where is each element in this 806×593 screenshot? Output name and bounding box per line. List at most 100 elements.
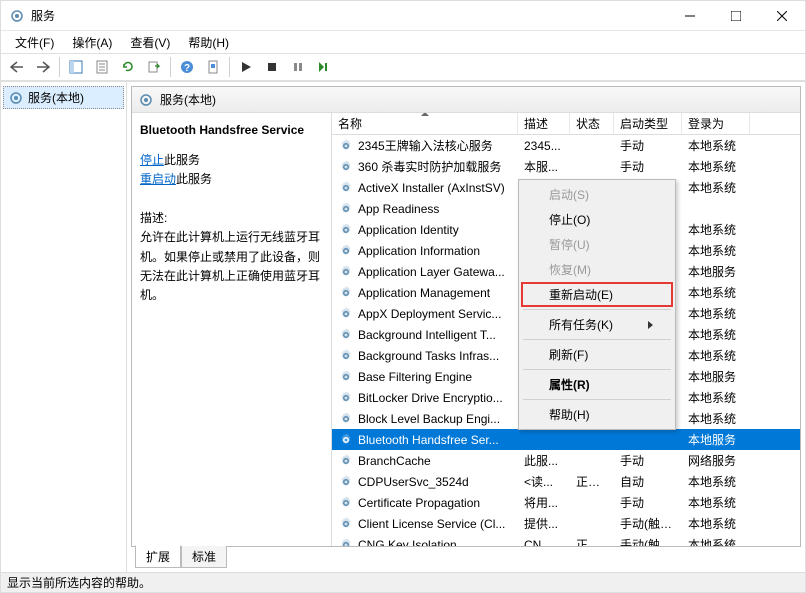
menu-file[interactable]: 文件(F): [7, 32, 62, 53]
column-header-startup[interactable]: 启动类型: [614, 113, 682, 134]
service-name-cell: Application Identity: [332, 222, 518, 238]
service-logon-cell: 本地系统: [682, 284, 750, 301]
service-name-cell: CDPUserSvc_3524d: [332, 474, 518, 490]
service-logon-cell: 本地系统: [682, 326, 750, 343]
context-menu-resume: 恢复(M): [521, 257, 673, 282]
context-menu-all-tasks-label: 所有任务(K): [549, 316, 613, 333]
tree-root-services-local[interactable]: 服务(本地): [3, 86, 124, 109]
service-row[interactable]: 360 杀毒实时防护加载服务本服...手动本地系统: [332, 156, 800, 177]
service-logon-cell: 本地系统: [682, 473, 750, 490]
separator: [523, 339, 671, 340]
restart-suffix: 此服务: [176, 172, 212, 186]
forward-button[interactable]: [31, 55, 55, 79]
service-row[interactable]: Bluetooth Handsfree Ser...本地服务: [332, 429, 800, 450]
menu-view[interactable]: 查看(V): [122, 32, 178, 53]
start-service-button[interactable]: [234, 55, 258, 79]
export-list-button[interactable]: [142, 55, 166, 79]
stop-suffix: 此服务: [164, 153, 200, 167]
selected-service-name: Bluetooth Handsfree Service: [140, 123, 323, 137]
service-status-cell: 正在...: [570, 536, 614, 546]
service-row[interactable]: Certificate Propagation将用...手动本地系统: [332, 492, 800, 513]
service-startup-cell: 手动: [614, 452, 682, 469]
pause-service-button[interactable]: [286, 55, 310, 79]
restart-service-button[interactable]: [312, 55, 336, 79]
service-row[interactable]: CDPUserSvc_3524d<读...正在...自动本地系统: [332, 471, 800, 492]
menubar: 文件(F) 操作(A) 查看(V) 帮助(H): [1, 31, 805, 53]
gear-icon: [138, 92, 154, 108]
context-menu-start: 启动(S): [521, 182, 673, 207]
context-menu-properties[interactable]: 属性(R): [521, 372, 673, 397]
service-list: 名称 描述 状态 启动类型 登录为 2345王牌输入法核心服务2345...手动…: [332, 113, 800, 546]
properties-button[interactable]: [90, 55, 114, 79]
detail-pane: Bluetooth Handsfree Service 停止此服务 重启动此服务…: [132, 113, 332, 546]
service-row[interactable]: 2345王牌输入法核心服务2345...手动本地系统: [332, 135, 800, 156]
service-logon-cell: 本地系统: [682, 158, 750, 175]
context-menu-pause: 暂停(U): [521, 232, 673, 257]
sort-indicator-icon: [421, 113, 429, 116]
service-logon-cell: 本地服务: [682, 263, 750, 280]
right-header: 服务(本地): [132, 87, 800, 113]
restart-service-link[interactable]: 重启动: [140, 172, 176, 186]
service-name-cell: AppX Deployment Servic...: [332, 306, 518, 322]
maximize-button[interactable]: [713, 1, 759, 31]
help-button[interactable]: ?: [175, 55, 199, 79]
service-logon-cell: 本地系统: [682, 242, 750, 259]
service-name-cell: Client License Service (Cl...: [332, 516, 518, 532]
doc-button[interactable]: [201, 55, 225, 79]
service-logon-cell: 本地系统: [682, 389, 750, 406]
service-logon-cell: 本地系统: [682, 305, 750, 322]
context-menu-help[interactable]: 帮助(H): [521, 402, 673, 427]
refresh-button[interactable]: [116, 55, 140, 79]
service-name-cell: App Readiness: [332, 201, 518, 217]
service-logon-cell: 本地服务: [682, 431, 750, 448]
list-header: 名称 描述 状态 启动类型 登录为: [332, 113, 800, 135]
service-action-links: 停止此服务 重启动此服务: [140, 151, 323, 189]
context-menu-refresh[interactable]: 刷新(F): [521, 342, 673, 367]
separator: [229, 57, 230, 77]
service-row[interactable]: Client License Service (Cl...提供...手动(触发.…: [332, 513, 800, 534]
stop-service-link[interactable]: 停止: [140, 153, 164, 167]
left-tree-pane: 服务(本地): [1, 82, 127, 572]
service-logon-cell: 本地系统: [682, 494, 750, 511]
context-menu-restart[interactable]: 重新启动(E): [521, 282, 673, 307]
gear-icon: [8, 90, 24, 106]
minimize-button[interactable]: [667, 1, 713, 31]
service-name-cell: Block Level Backup Engi...: [332, 411, 518, 427]
service-row[interactable]: CNG Key IsolationCN...正在...手动(触发...本地系统: [332, 534, 800, 546]
back-button[interactable]: [5, 55, 29, 79]
close-button[interactable]: [759, 1, 805, 31]
context-menu-stop[interactable]: 停止(O): [521, 207, 673, 232]
column-header-description[interactable]: 描述: [518, 113, 570, 134]
status-bar: 显示当前所选内容的帮助。: [1, 572, 805, 592]
service-row[interactable]: BranchCache此服...手动网络服务: [332, 450, 800, 471]
tab-standard[interactable]: 标准: [181, 546, 227, 568]
service-name-cell: ActiveX Installer (AxInstSV): [332, 180, 518, 196]
right-wrap: 服务(本地) Bluetooth Handsfree Service 停止此服务…: [127, 82, 805, 572]
window-title: 服务: [31, 7, 667, 24]
description-label: 描述:: [140, 209, 323, 226]
view-tabs: 扩展 标准: [131, 546, 801, 568]
status-text: 显示当前所选内容的帮助。: [7, 574, 151, 591]
service-name-cell: 360 杀毒实时防护加载服务: [332, 158, 518, 175]
service-name-cell: BranchCache: [332, 453, 518, 469]
column-header-logon[interactable]: 登录为: [682, 113, 750, 134]
column-header-status[interactable]: 状态: [570, 113, 614, 134]
service-name-cell: Certificate Propagation: [332, 495, 518, 511]
column-header-name[interactable]: 名称: [332, 113, 518, 134]
service-logon-cell: 本地系统: [682, 536, 750, 546]
service-name-cell: Application Layer Gatewa...: [332, 264, 518, 280]
separator: [170, 57, 171, 77]
service-startup-cell: 手动(触发...: [614, 515, 682, 532]
separator: [523, 309, 671, 310]
service-desc-cell: <读...: [518, 473, 570, 490]
tab-extended[interactable]: 扩展: [135, 545, 181, 568]
separator: [523, 369, 671, 370]
right-body: Bluetooth Handsfree Service 停止此服务 重启动此服务…: [132, 113, 800, 546]
service-logon-cell: 本地系统: [682, 221, 750, 238]
menu-help[interactable]: 帮助(H): [180, 32, 237, 53]
context-menu: 启动(S) 停止(O) 暂停(U) 恢复(M) 重新启动(E) 所有任务(K) …: [518, 179, 676, 430]
menu-action[interactable]: 操作(A): [64, 32, 120, 53]
context-menu-all-tasks[interactable]: 所有任务(K): [521, 312, 673, 337]
stop-service-button[interactable]: [260, 55, 284, 79]
show-hide-console-tree-button[interactable]: [64, 55, 88, 79]
